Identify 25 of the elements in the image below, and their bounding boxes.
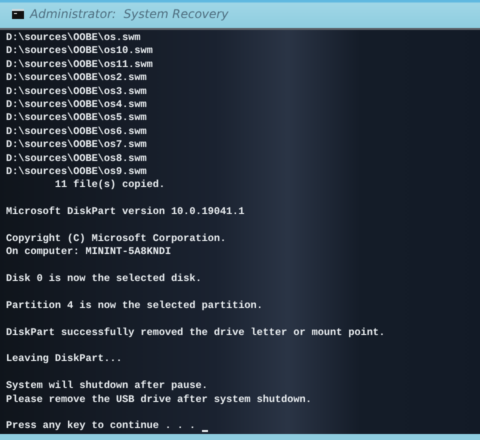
console-line: D:\sources\OOBE\os2.swm <box>6 72 147 86</box>
console-line: Leaving DiskPart... <box>6 353 122 367</box>
console-line: Press any key to continue . . . <box>6 420 197 434</box>
console-line: D:\sources\OOBE\os6.swm <box>6 126 147 140</box>
console-line: D:\sources\OOBE\os7.swm <box>6 139 147 153</box>
console-line: D:\sources\OOBE\os8.swm <box>6 152 147 166</box>
console-line: System will shutdown after pause. <box>6 380 208 394</box>
console-line: D:\sources\OOBE\os11.swm <box>6 58 153 72</box>
console-line: D:\sources\OOBE\os9.swm <box>6 166 147 180</box>
console-line: Copyright (C) Microsoft Corporation. <box>6 232 226 246</box>
console-line: Microsoft DiskPart version 10.0.19041.1 <box>6 206 244 220</box>
console-line: D:\sources\OOBE\os3.swm <box>6 86 147 99</box>
console-icon <box>12 9 24 19</box>
console-line: On computer: MININT-5A8KNDI <box>6 246 172 260</box>
console-line: Please remove the USB drive after system shutdown. <box>6 394 312 407</box>
console-line: Disk 0 is now the selected disk. <box>6 273 202 286</box>
text-cursor <box>202 430 208 432</box>
console-line: D:\sources\OOBE\os10.swm <box>6 45 153 59</box>
console-line: 11 file(s) copied. <box>54 179 165 193</box>
console-line: D:\sources\OOBE\os.swm <box>6 32 140 46</box>
console-line: D:\sources\OOBE\os5.swm <box>6 112 147 126</box>
console-line: D:\sources\OOBE\os4.swm <box>6 98 147 112</box>
window-title: Administrator: System Recovery <box>30 7 228 21</box>
console-line: DiskPart successfully removed the drive letter or mount point. <box>6 326 386 340</box>
console-line: Partition 4 is now the selected partition. <box>6 300 263 314</box>
